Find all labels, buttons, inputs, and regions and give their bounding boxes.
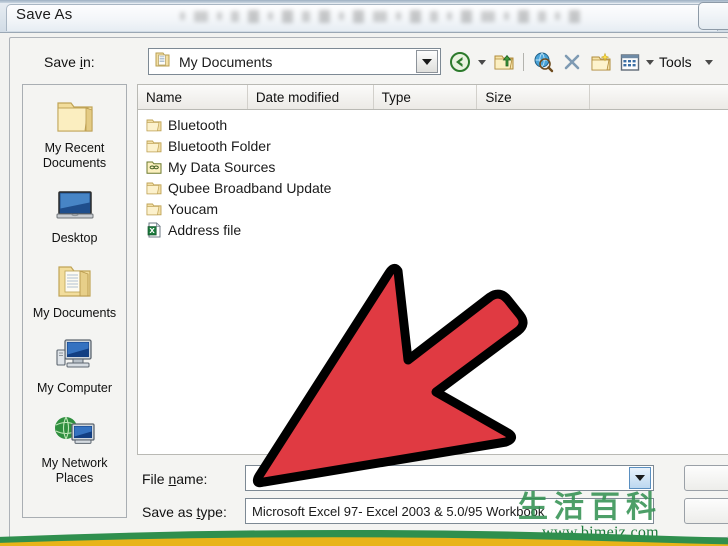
sidebar-item-label: My Recent Documents	[42, 141, 107, 170]
column-header-name[interactable]: Name	[138, 85, 248, 109]
cancel-button[interactable]	[684, 498, 728, 524]
folder-icon	[144, 200, 164, 218]
x-delete-icon	[564, 54, 580, 70]
table-row[interactable]: Bluetooth	[138, 114, 728, 135]
table-row[interactable]: Bluetooth Folder	[138, 135, 728, 156]
my-documents-folder-icon	[23, 258, 126, 304]
search-web-button[interactable]	[530, 49, 556, 75]
places-bar: My Recent Documents Desktop My Documents…	[22, 84, 127, 518]
folder-icon	[144, 179, 164, 197]
tools-overflow-caret[interactable]	[704, 59, 713, 65]
save-in-label: Save in:	[44, 54, 95, 70]
sidebar-item-label: My Computer	[36, 381, 113, 395]
views-button[interactable]	[617, 49, 643, 75]
save-as-type-value: Microsoft Excel 97- Excel 2003 & 5.0/95 …	[252, 503, 545, 519]
sidebar-item-my-computer[interactable]: My Computer	[23, 321, 126, 396]
desktop-monitor-icon	[23, 183, 126, 229]
table-row[interactable]: Youcam	[138, 198, 728, 219]
sidebar-item-label: My Documents	[32, 306, 117, 320]
column-header-type[interactable]: Type	[374, 85, 478, 109]
svg-text:X: X	[149, 227, 155, 235]
back-button[interactable]	[447, 49, 473, 75]
up-one-level-button[interactable]	[491, 49, 517, 75]
file-name-input[interactable]	[245, 465, 654, 491]
sidebar-item-my-documents[interactable]: My Documents	[23, 246, 126, 321]
sidebar-item-my-recent-documents[interactable]: My Recent Documents	[23, 85, 126, 171]
chevron-down-icon	[635, 475, 645, 481]
blurred-background-toolbar	[180, 8, 700, 24]
table-row[interactable]: My Data Sources	[138, 156, 728, 177]
file-name: Address file	[168, 221, 242, 238]
new-folder-button[interactable]	[588, 49, 614, 75]
dialog-bottom-shadow	[11, 540, 728, 543]
save-as-type-label: Save as type:	[142, 504, 227, 520]
excel-file-icon: X	[144, 221, 164, 239]
chevron-down-icon	[422, 58, 432, 65]
window-title: Save As	[16, 6, 73, 23]
table-row[interactable]: X Address file	[138, 219, 728, 240]
tools-caret[interactable]	[646, 59, 654, 65]
file-name-label: File name:	[142, 471, 208, 487]
dialog-toolbar: Tools	[447, 48, 714, 76]
column-header-date-modified[interactable]: Date modified	[248, 85, 374, 109]
column-header-extra[interactable]	[590, 85, 728, 109]
window-control-ghost[interactable]	[698, 2, 728, 30]
chevron-down-icon	[478, 59, 486, 65]
save-in-dropdown-button[interactable]	[416, 50, 438, 73]
folder-icon	[144, 116, 164, 134]
sidebar-item-desktop[interactable]: Desktop	[23, 171, 126, 246]
delete-button[interactable]	[559, 49, 585, 75]
data-sources-folder-icon	[144, 158, 164, 176]
save-in-value: My Documents	[179, 53, 273, 70]
file-name: Youcam	[168, 200, 219, 217]
up-folder-icon	[494, 54, 514, 70]
network-places-icon	[23, 408, 126, 454]
column-header-size[interactable]: Size	[477, 85, 591, 109]
save-as-dialog-screenshot: Save As Save in: My Documents Tools My R…	[0, 0, 728, 546]
views-grid-icon	[620, 53, 640, 71]
file-name: My Data Sources	[168, 158, 276, 175]
toolbar-separator	[523, 53, 524, 71]
file-list-header: Name Date modified Type Size	[137, 84, 728, 110]
table-row[interactable]: Qubee Broadband Update	[138, 177, 728, 198]
file-name: Bluetooth	[168, 116, 228, 133]
recent-documents-folder-icon	[23, 93, 126, 139]
my-computer-icon	[23, 333, 126, 379]
save-in-combobox[interactable]: My Documents	[148, 48, 441, 75]
globe-search-icon	[534, 52, 554, 73]
back-history-dropdown[interactable]	[476, 49, 488, 75]
tools-menu-label[interactable]: Tools	[659, 54, 692, 70]
new-folder-icon	[591, 52, 611, 71]
file-name: Qubee Broadband Update	[168, 179, 332, 196]
back-arrow-icon	[450, 52, 470, 72]
sidebar-item-my-network-places[interactable]: My Network Places	[23, 396, 126, 486]
chevron-down-icon	[646, 59, 654, 65]
save-as-type-combobox[interactable]: Microsoft Excel 97- Excel 2003 & 5.0/95 …	[245, 498, 654, 524]
title-bar: Save As	[0, 0, 728, 33]
folder-icon	[144, 137, 164, 155]
chevron-down-icon	[704, 59, 713, 65]
sidebar-item-label: My Network Places	[41, 456, 108, 485]
folder-icon	[154, 51, 171, 73]
save-button[interactable]	[684, 465, 728, 491]
file-name-dropdown-button[interactable]	[629, 467, 651, 489]
sidebar-item-label: Desktop	[51, 231, 98, 245]
file-list[interactable]: Bluetooth Bluetooth Folder My Data Sourc…	[137, 110, 728, 455]
file-name: Bluetooth Folder	[168, 137, 271, 154]
